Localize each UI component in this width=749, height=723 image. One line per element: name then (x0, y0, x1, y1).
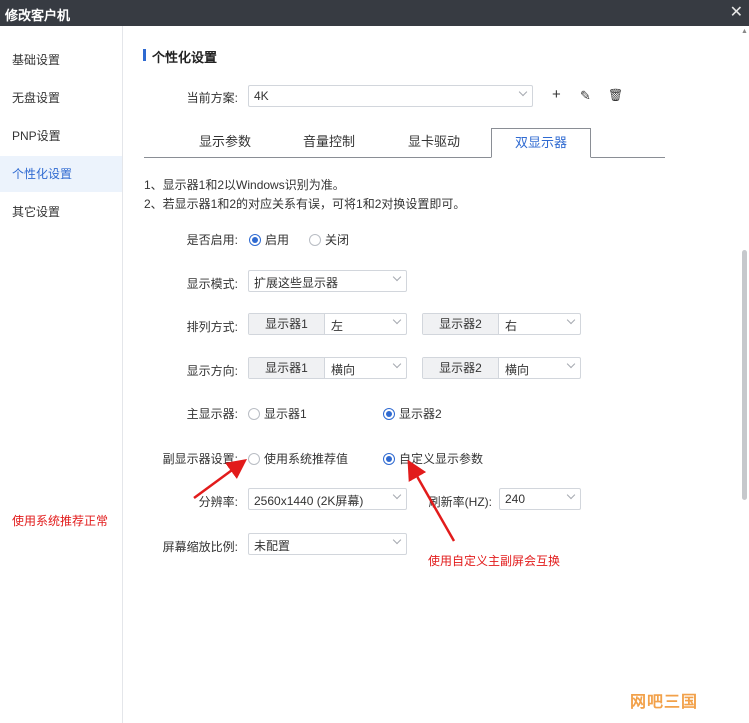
arrow-to-custom-option (407, 459, 456, 542)
watermark: 网吧三国 (630, 694, 699, 711)
arrow-to-system-option (193, 459, 248, 500)
custom-annotation: 使用自定义主副屏会互换 (428, 554, 561, 568)
annotation-arrows (193, 459, 456, 542)
